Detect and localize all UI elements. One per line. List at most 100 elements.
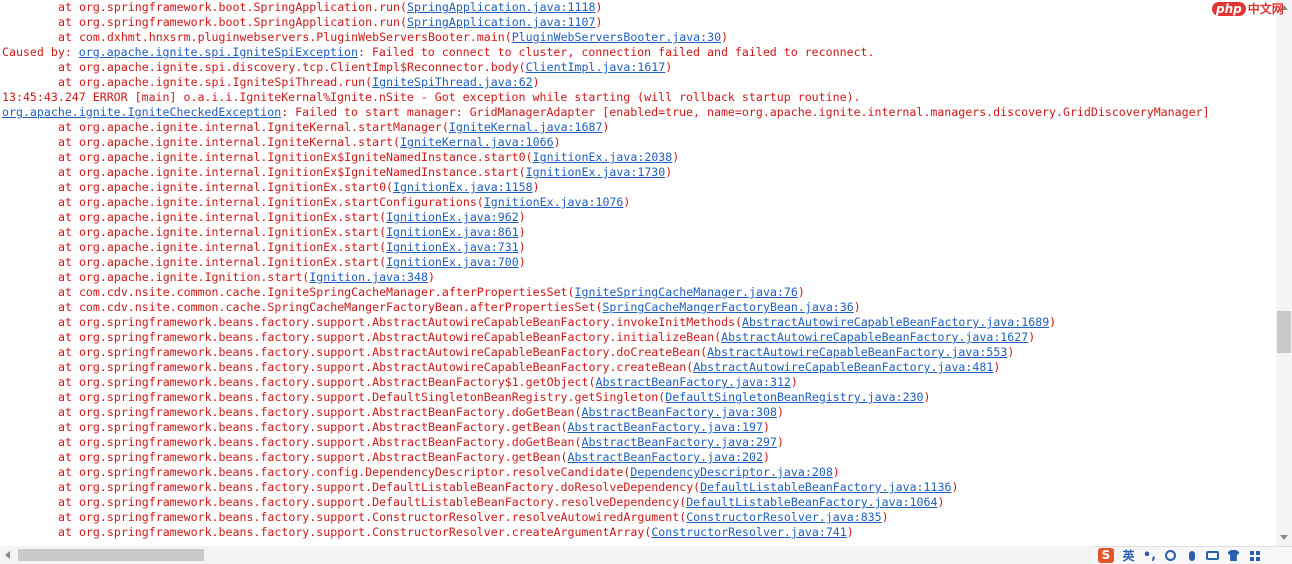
- shirt-icon[interactable]: [1223, 547, 1244, 564]
- log-text-suffix: ): [532, 75, 540, 89]
- source-link[interactable]: IgniteSpringCacheManager.java:76: [575, 285, 798, 299]
- source-link[interactable]: IgniteKernal.java:1066: [400, 135, 554, 149]
- source-link[interactable]: SpringCacheMangerFactoryBean.java:36: [602, 300, 853, 314]
- horizontal-scroll-thumb[interactable]: [18, 549, 204, 561]
- log-text-suffix: ): [1049, 315, 1057, 329]
- log-text: at org.springframework.beans.factory.con…: [58, 465, 631, 479]
- source-link[interactable]: IgnitionEx.java:731: [386, 240, 519, 254]
- source-link[interactable]: AbstractAutowireCapableBeanFactory.java:…: [707, 345, 1007, 359]
- source-link[interactable]: IgnitionEx.java:700: [386, 255, 519, 269]
- log-text: at org.springframework.beans.factory.sup…: [58, 360, 694, 374]
- log-text: at org.apache.ignite.internal.IgnitionEx…: [58, 210, 387, 224]
- log-line: at com.cdv.nsite.common.cache.SpringCach…: [58, 300, 861, 315]
- ime-punctuation-toggle[interactable]: •,: [1139, 547, 1160, 564]
- smiley-icon[interactable]: [1160, 547, 1181, 564]
- log-line: at org.springframework.beans.factory.sup…: [58, 495, 944, 510]
- source-link[interactable]: IgnitionEx.java:962: [386, 210, 519, 224]
- log-text: at com.cdv.nsite.common.cache.IgniteSpri…: [58, 285, 575, 299]
- source-link[interactable]: PluginWebServersBooter.java:30: [512, 30, 721, 44]
- source-link[interactable]: IgnitionEx.java:861: [386, 225, 519, 239]
- log-text: at org.springframework.beans.factory.sup…: [58, 330, 722, 344]
- source-link[interactable]: IgnitionEx.java:1730: [526, 165, 666, 179]
- sogou-logo-icon[interactable]: S: [1094, 547, 1118, 564]
- source-link[interactable]: DependencyDescriptor.java:208: [630, 465, 832, 479]
- log-line: at org.springframework.beans.factory.sup…: [58, 360, 1000, 375]
- source-link[interactable]: DefaultListableBeanFactory.java:1136: [700, 480, 951, 494]
- log-text: at org.springframework.beans.factory.sup…: [58, 480, 701, 494]
- log-text: at org.springframework.beans.factory.sup…: [58, 495, 687, 509]
- source-link[interactable]: AbstractBeanFactory.java:202: [568, 450, 763, 464]
- log-text-suffix: ): [427, 270, 435, 284]
- log-line: at org.apache.ignite.internal.IgnitionEx…: [58, 255, 526, 270]
- source-link[interactable]: ConstructorResolver.java:835: [686, 510, 881, 524]
- log-text-suffix: ): [846, 525, 854, 539]
- log-text-suffix: ): [951, 480, 959, 494]
- log-text-suffix: ): [518, 225, 526, 239]
- log-text-suffix: ): [923, 390, 931, 404]
- keyboard-icon[interactable]: [1202, 547, 1223, 564]
- source-link[interactable]: org.apache.ignite.IgniteCheckedException: [2, 105, 281, 119]
- source-link[interactable]: DefaultSingletonBeanRegistry.java:230: [665, 390, 923, 404]
- source-link[interactable]: AbstractAutowireCapableBeanFactory.java:…: [742, 315, 1049, 329]
- source-link[interactable]: SpringApplication.java:1118: [407, 0, 595, 14]
- log-text: at org.springframework.beans.factory.sup…: [58, 390, 666, 404]
- log-line: at org.apache.ignite.Ignition.start(Igni…: [58, 270, 435, 285]
- log-text-suffix: ): [672, 150, 680, 164]
- source-link[interactable]: ConstructorResolver.java:741: [651, 525, 846, 539]
- source-link[interactable]: AbstractAutowireCapableBeanFactory.java:…: [721, 330, 1028, 344]
- source-link[interactable]: AbstractBeanFactory.java:197: [568, 420, 763, 434]
- source-link[interactable]: AbstractBeanFactory.java:297: [582, 435, 777, 449]
- log-text-suffix: ): [776, 435, 784, 449]
- source-link[interactable]: IgnitionEx.java:1076: [484, 195, 624, 209]
- ime-language-toggle[interactable]: 英: [1118, 547, 1139, 564]
- source-link[interactable]: SpringApplication.java:1107: [407, 15, 595, 29]
- log-text-suffix: ): [518, 255, 526, 269]
- log-text-suffix: ): [776, 405, 784, 419]
- log-text-suffix: ): [881, 510, 889, 524]
- microphone-icon[interactable]: [1181, 547, 1202, 564]
- log-line: at org.springframework.beans.factory.sup…: [58, 435, 784, 450]
- source-link[interactable]: IgnitionEx.java:2038: [533, 150, 673, 164]
- log-text-suffix: ): [532, 180, 540, 194]
- log-text-suffix: ): [1028, 330, 1036, 344]
- log-text: at com.dxhmt.hnxsrm.pluginwebservers.Plu…: [58, 30, 512, 44]
- source-link[interactable]: ClientImpl.java:1617: [526, 60, 666, 74]
- source-link[interactable]: IgnitionEx.java:1158: [393, 180, 533, 194]
- chevron-left-icon[interactable]: [5, 551, 10, 559]
- log-text: at org.apache.ignite.Ignition.start(: [58, 270, 310, 284]
- vertical-scrollbar[interactable]: [1276, 0, 1292, 546]
- source-link[interactable]: org.apache.ignite.spi.IgniteSpiException: [79, 45, 358, 59]
- source-link[interactable]: AbstractBeanFactory.java:308: [582, 405, 777, 419]
- log-text-suffix: ): [853, 300, 861, 314]
- log-text: at org.springframework.beans.factory.sup…: [58, 405, 582, 419]
- log-line: at org.springframework.beans.factory.sup…: [58, 420, 770, 435]
- log-text-suffix: ): [518, 240, 526, 254]
- source-link[interactable]: IgniteKernal.java:1687: [449, 120, 603, 134]
- log-text: 13:45:43.247 ERROR [main] o.a.i.i.Ignite…: [2, 90, 861, 104]
- log-text: at org.springframework.beans.factory.sup…: [58, 420, 568, 434]
- log-text-suffix: ): [721, 30, 729, 44]
- horizontal-scrollbar[interactable]: [0, 546, 1094, 564]
- log-text: at org.springframework.beans.factory.sup…: [58, 525, 652, 539]
- source-link[interactable]: DefaultListableBeanFactory.java:1064: [686, 495, 937, 509]
- log-line: at org.apache.ignite.internal.IgnitionEx…: [58, 195, 630, 210]
- log-text: at org.springframework.beans.factory.sup…: [58, 315, 743, 329]
- log-line: at org.apache.ignite.internal.IgniteKern…: [58, 120, 609, 135]
- log-text-suffix: ): [623, 195, 631, 209]
- log-line: at org.springframework.boot.SpringApplic…: [58, 0, 602, 15]
- log-text: at org.springframework.beans.factory.sup…: [58, 435, 582, 449]
- grid-icon[interactable]: [1244, 547, 1265, 564]
- log-text: at org.apache.ignite.spi.discovery.tcp.C…: [58, 60, 526, 74]
- log-text: at org.springframework.boot.SpringApplic…: [58, 0, 408, 14]
- vertical-scroll-thumb[interactable]: [1277, 311, 1291, 353]
- source-link[interactable]: AbstractBeanFactory.java:312: [595, 375, 790, 389]
- chevron-down-icon[interactable]: [1280, 535, 1288, 540]
- log-line: Caused by: org.apache.ignite.spi.IgniteS…: [2, 45, 875, 60]
- source-link[interactable]: Ignition.java:348: [309, 270, 428, 284]
- log-text-suffix: ): [553, 135, 561, 149]
- source-link[interactable]: IgniteSpiThread.java:62: [372, 75, 533, 89]
- log-text: at org.apache.ignite.internal.IgnitionEx…: [58, 150, 533, 164]
- log-line: at org.apache.ignite.internal.IgnitionEx…: [58, 165, 672, 180]
- log-text-suffix: ): [665, 165, 673, 179]
- source-link[interactable]: AbstractAutowireCapableBeanFactory.java:…: [693, 360, 993, 374]
